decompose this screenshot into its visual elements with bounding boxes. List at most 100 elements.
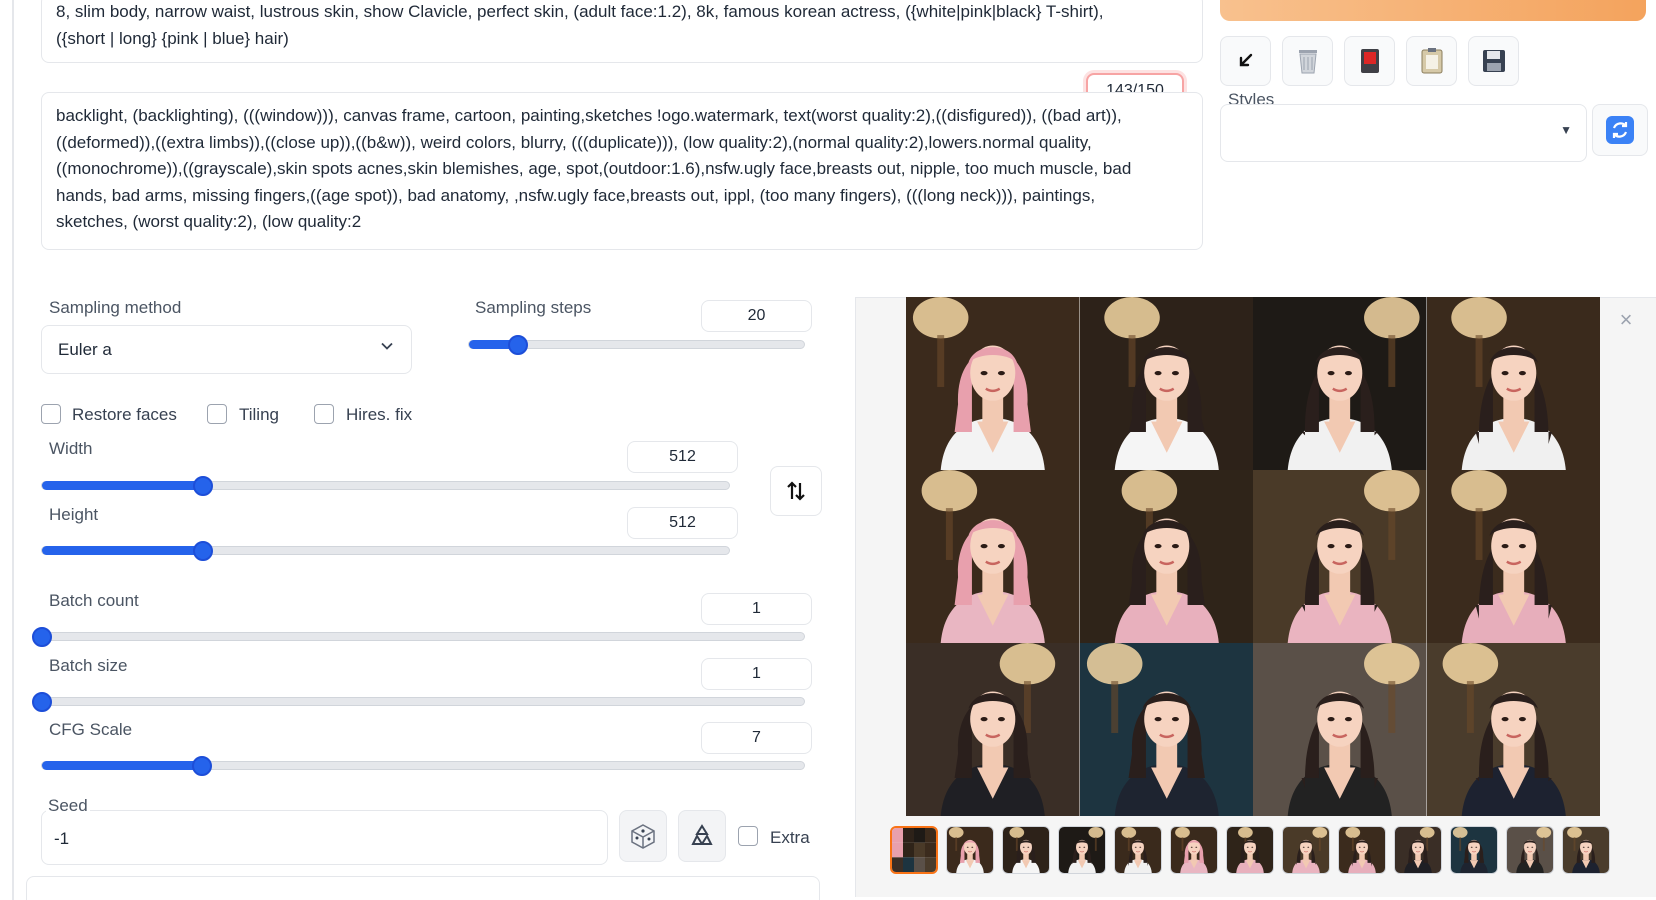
apply-style-button[interactable] xyxy=(1406,36,1457,86)
negative-prompt-line: ((deformed)),((extra limbs)),((close up)… xyxy=(56,132,1092,152)
gallery-thumbnail[interactable] xyxy=(1450,826,1498,874)
slider-fill xyxy=(42,481,204,490)
slider-fill xyxy=(42,546,204,555)
slider-thumb[interactable] xyxy=(193,541,214,561)
gallery-thumbnail[interactable] xyxy=(1562,826,1610,874)
generated-image[interactable] xyxy=(906,297,1080,470)
restore-faces-label: Restore faces xyxy=(72,405,177,424)
height-slider[interactable] xyxy=(41,541,730,561)
chevron-down-icon xyxy=(381,342,393,350)
refresh-styles-button[interactable] xyxy=(1592,104,1648,156)
generated-image[interactable] xyxy=(1426,297,1600,470)
generated-image[interactable] xyxy=(906,643,1080,816)
swap-dimensions-button[interactable] xyxy=(770,466,822,516)
generated-image[interactable] xyxy=(1253,470,1427,643)
webui-page: 8, slim body, narrow waist, lustrous ski… xyxy=(0,0,1656,900)
random-seed-button[interactable] xyxy=(619,810,667,862)
gallery-thumbnail[interactable] xyxy=(946,826,994,874)
gallery-thumbnail[interactable] xyxy=(1226,826,1274,874)
sampling-method-value: Euler a xyxy=(58,340,112,359)
sampling-steps-label: Sampling steps xyxy=(475,298,592,317)
gallery-thumbnail[interactable] xyxy=(1114,826,1162,874)
gallery-thumbnail[interactable] xyxy=(1506,826,1554,874)
image-grid[interactable] xyxy=(906,297,1600,816)
gallery-thumbnail[interactable] xyxy=(1058,826,1106,874)
height-label: Height xyxy=(49,505,99,524)
script-dropdown[interactable] xyxy=(26,876,820,900)
gallery-thumbnail[interactable] xyxy=(1170,826,1218,874)
gallery-thumbnail[interactable] xyxy=(1338,826,1386,874)
gallery-thumbnail[interactable] xyxy=(1002,826,1050,874)
slider-thumb[interactable] xyxy=(32,627,52,647)
extra-seed-label: Extra xyxy=(770,828,810,847)
restore-faces-checkbox[interactable] xyxy=(41,404,61,424)
gallery-thumbnail[interactable] xyxy=(1282,826,1330,874)
read-params-button[interactable] xyxy=(1220,36,1271,86)
swap-arrows-icon xyxy=(787,481,805,501)
slider-thumb[interactable] xyxy=(507,335,528,355)
gallery-thumbnail[interactable] xyxy=(1394,826,1442,874)
save-style-button[interactable] xyxy=(1468,36,1519,86)
sampling-method-label: Sampling method xyxy=(49,298,182,317)
trash-icon xyxy=(1298,50,1317,74)
width-label: Width xyxy=(49,439,93,458)
thumbnail-strip[interactable] xyxy=(890,826,1610,876)
generated-image[interactable] xyxy=(1426,643,1600,816)
negative-prompt-line: ((monochrome)),((grayscale),skin spots a… xyxy=(56,159,1132,178)
generated-image[interactable] xyxy=(1079,297,1253,470)
batch-count-label: Batch count xyxy=(49,591,139,610)
hires-fix-checkbox[interactable] xyxy=(314,404,334,424)
recycle-icon xyxy=(691,824,713,845)
clear-prompt-button[interactable] xyxy=(1282,36,1333,86)
dice-icon xyxy=(631,824,655,849)
slider-fill xyxy=(42,761,203,770)
cfg-scale-slider[interactable] xyxy=(41,756,805,776)
styles-dropdown[interactable]: ▼ xyxy=(1220,104,1587,162)
hires-fix-label: Hires. fix xyxy=(346,405,413,424)
reuse-seed-button[interactable] xyxy=(678,810,726,862)
tiling-checkbox[interactable] xyxy=(207,404,227,424)
card-icon xyxy=(1360,49,1379,73)
positive-prompt-textarea[interactable]: 8, slim body, narrow waist, lustrous ski… xyxy=(41,0,1203,63)
batch-count-slider[interactable] xyxy=(32,627,805,647)
slider-thumb[interactable] xyxy=(192,756,213,776)
cfg-scale-input[interactable]: 7 xyxy=(701,722,812,754)
prompt-line: 8, slim body, narrow waist, lustrous ski… xyxy=(56,2,1104,21)
save-icon xyxy=(1482,50,1505,72)
negative-prompt-line: sketches, (worst quality:2), (low qualit… xyxy=(56,212,362,231)
generated-image[interactable] xyxy=(1079,643,1253,816)
close-icon[interactable]: × xyxy=(1612,306,1640,334)
generated-image[interactable] xyxy=(1079,470,1253,643)
generated-image[interactable] xyxy=(1426,470,1600,643)
tiling-label: Tiling xyxy=(239,405,279,424)
width-slider[interactable] xyxy=(41,476,730,496)
clipboard-icon xyxy=(1421,48,1442,74)
generate-button[interactable] xyxy=(1220,0,1646,21)
extra-networks-button[interactable] xyxy=(1344,36,1395,86)
cfg-scale-label: CFG Scale xyxy=(49,720,133,739)
sampling-steps-slider[interactable] xyxy=(468,335,805,355)
sampling-method-dropdown[interactable]: Euler a xyxy=(41,325,412,374)
generated-image[interactable] xyxy=(1253,643,1427,816)
generated-image[interactable] xyxy=(1253,297,1427,470)
negative-prompt-line: backlight, (backlighting), (((window))),… xyxy=(56,106,1122,125)
seed-input[interactable]: -1 xyxy=(41,810,608,865)
negative-prompt-line: hands, bad arms, missing fingers,((age s… xyxy=(56,185,1096,205)
arrow-down-left-icon xyxy=(1239,53,1252,67)
generated-image[interactable] xyxy=(906,470,1080,643)
gallery-thumbnail[interactable] xyxy=(890,826,938,874)
slider-thumb[interactable] xyxy=(32,692,52,712)
left-divider xyxy=(12,0,14,900)
sampling-steps-input[interactable]: 20 xyxy=(701,300,812,332)
seed-value: -1 xyxy=(54,829,70,848)
batch-size-slider[interactable] xyxy=(32,692,805,712)
slider-thumb[interactable] xyxy=(193,476,214,496)
extra-seed-checkbox[interactable] xyxy=(738,826,758,846)
width-input[interactable]: 512 xyxy=(627,441,738,473)
height-input[interactable]: 512 xyxy=(627,507,738,539)
refresh-icon xyxy=(1606,116,1634,144)
batch-count-input[interactable]: 1 xyxy=(701,593,812,625)
negative-prompt-textarea[interactable]: backlight, (backlighting), (((window))),… xyxy=(41,92,1203,250)
caret-down-icon: ▼ xyxy=(1560,123,1572,137)
batch-size-input[interactable]: 1 xyxy=(701,658,812,690)
